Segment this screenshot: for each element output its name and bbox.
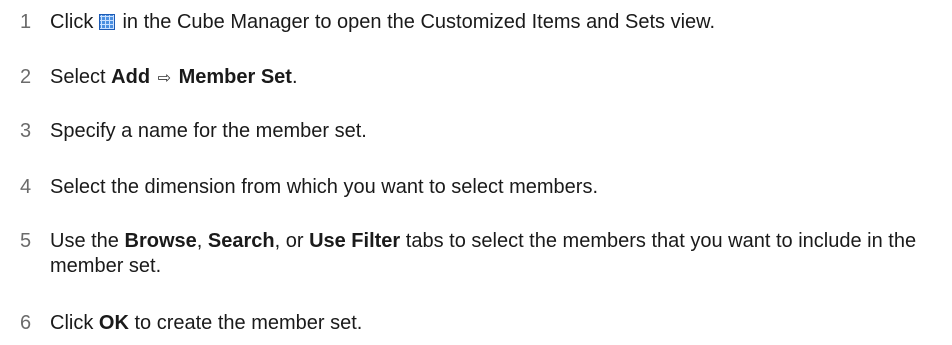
step-text: Click OK to create the member set. <box>50 312 363 334</box>
step-number: 6 <box>20 312 32 334</box>
step-number: 2 <box>20 66 32 88</box>
step-number: 4 <box>20 176 32 198</box>
menu-member-set: Member Set <box>178 66 292 88</box>
step-text: Select the dimension from which you want… <box>50 176 599 198</box>
ok-button-label: OK <box>98 312 129 334</box>
tab-browse: Browse <box>124 230 197 252</box>
cube-grid-icon <box>98 14 115 30</box>
menu-add: Add <box>111 66 151 88</box>
arrow-right-icon: ⇨ <box>157 70 172 87</box>
step-text: Select Add ⇨ Member Set. <box>50 66 298 88</box>
tab-search: Search <box>207 230 275 252</box>
step-number: 1 <box>20 11 32 33</box>
tab-use-filter: Use Filter <box>309 230 401 252</box>
step-number: 3 <box>20 120 32 142</box>
step-number: 5 <box>20 230 32 252</box>
step-text: Use the Browse, Search, or Use Filter ta… <box>50 230 917 277</box>
step-text: Specify a name for the member set. <box>50 120 367 142</box>
step-text: Click in the Cube Manager to open the Cu… <box>50 11 716 33</box>
